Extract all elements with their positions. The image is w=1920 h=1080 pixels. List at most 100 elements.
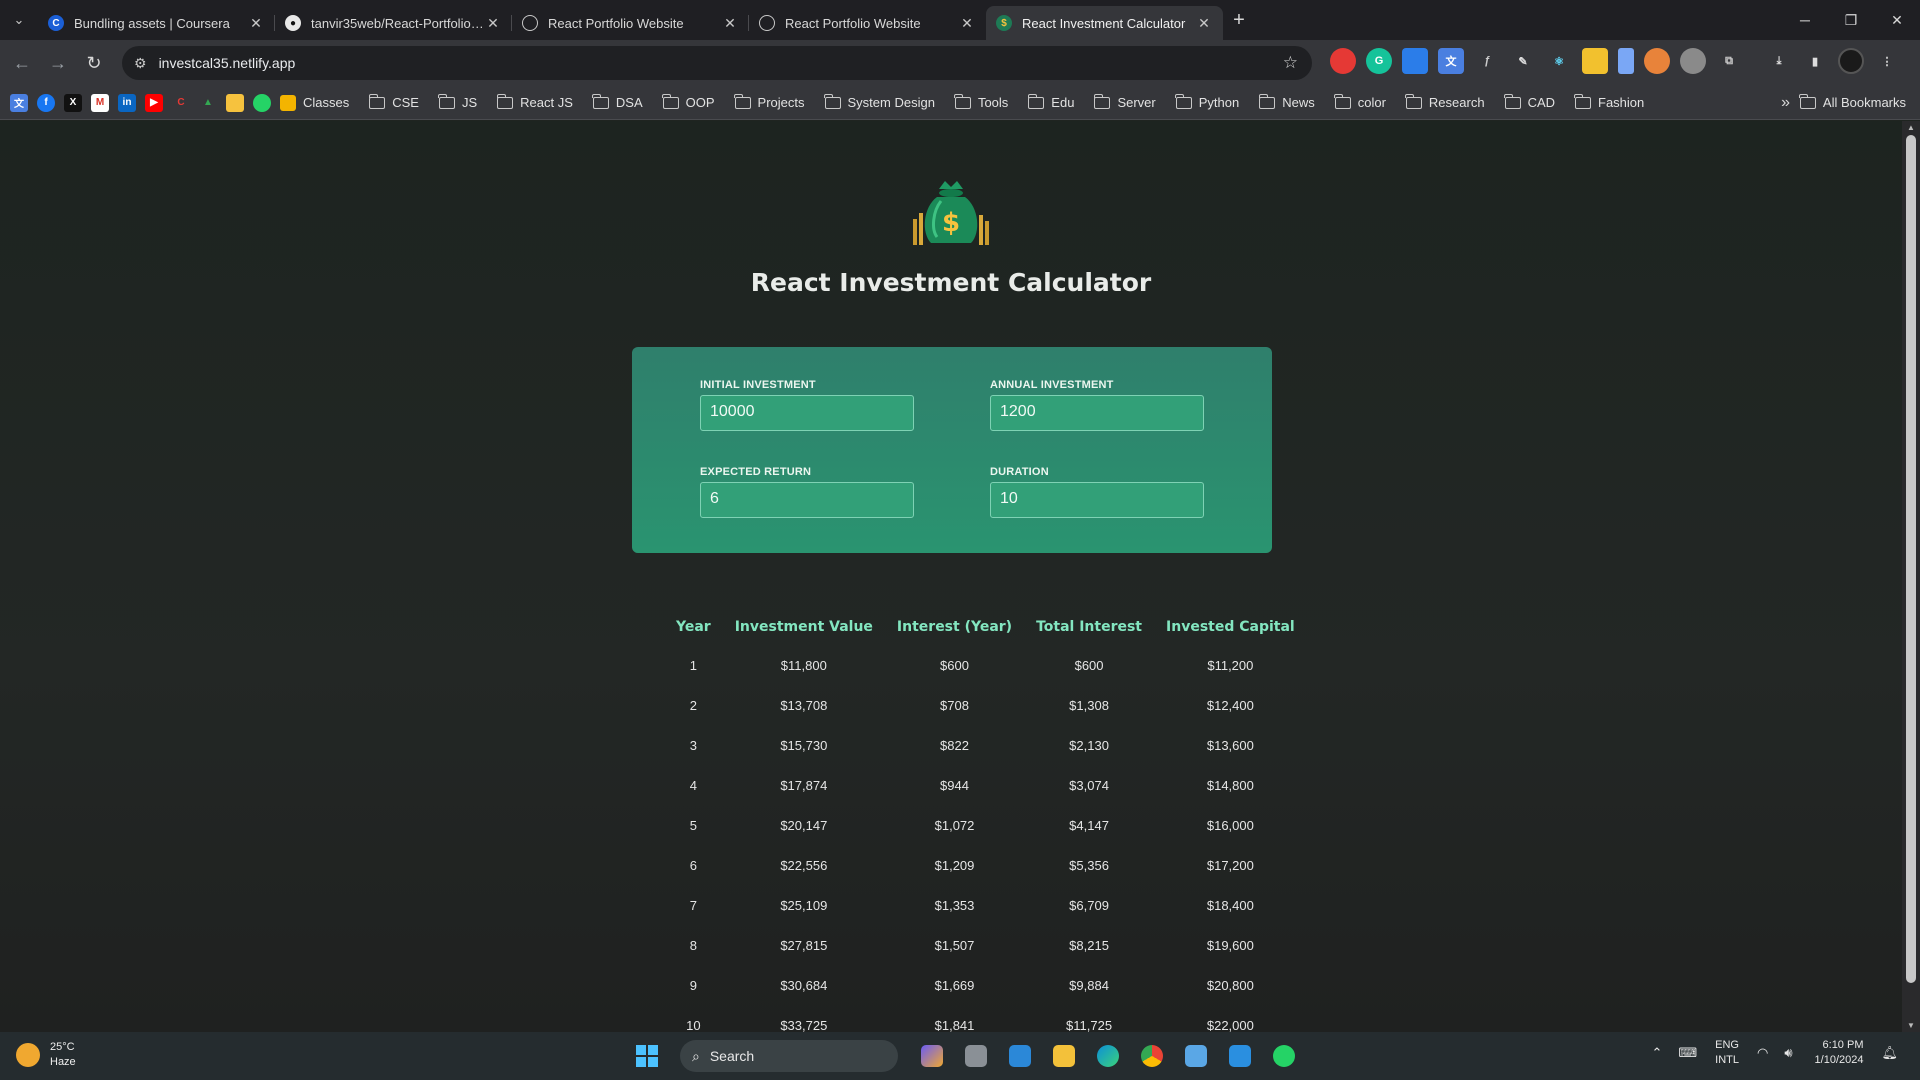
tab-close-icon[interactable]: ✕ — [958, 15, 976, 32]
duration-input[interactable]: 10 — [990, 482, 1204, 518]
tab-close-icon[interactable]: ✕ — [1195, 15, 1213, 32]
codeforces-icon[interactable]: C — [172, 94, 190, 112]
table-cell: 9 — [689, 977, 697, 993]
vscode-icon[interactable] — [1222, 1038, 1258, 1074]
tab-investment-calculator[interactable]: $ React Investment Calculator ✕ — [986, 6, 1223, 40]
language-indicator[interactable]: ENG INTL — [1715, 1038, 1739, 1068]
profile-avatar[interactable] — [1838, 48, 1864, 74]
tab-close-icon[interactable]: ✕ — [247, 15, 265, 32]
site-info-icon[interactable]: ⚙ — [134, 55, 147, 72]
bookmark-star-icon[interactable]: ☆ — [1283, 53, 1298, 73]
youtube-icon[interactable]: ▶ — [145, 93, 163, 112]
bookmark-folder[interactable]: React JS — [496, 93, 573, 110]
tab-coursera[interactable]: C Bundling assets | Coursera ✕ — [38, 6, 275, 40]
extension-yellow-icon[interactable] — [1582, 48, 1608, 74]
reload-icon[interactable]: ↻ — [76, 45, 112, 81]
download-icon[interactable]: ⤓ — [1766, 48, 1792, 74]
bookmark-folder[interactable]: JS — [438, 93, 477, 110]
bookmark-folder[interactable]: Fashion — [1574, 93, 1644, 110]
bookmark-folder[interactable]: Research — [1405, 93, 1485, 110]
translate-bookmark-icon[interactable]: 文 — [10, 93, 28, 112]
tab-portfolio-2[interactable]: React Portfolio Website ✕ — [749, 6, 986, 40]
forward-icon[interactable]: → — [40, 45, 76, 81]
column-header: Invested Capital — [1166, 619, 1295, 635]
bookmark-folder[interactable]: Projects — [733, 93, 805, 110]
side-panel-icon[interactable]: ▮ — [1802, 48, 1828, 74]
eyedropper-icon[interactable]: ✎ — [1510, 48, 1536, 74]
volume-icon[interactable]: 🔊︎ — [1784, 1045, 1792, 1061]
react-devtools-icon[interactable]: ⚛ — [1546, 48, 1572, 74]
tab-github[interactable]: ● tanvir35web/React-Portfolio-W ✕ — [275, 6, 512, 40]
translate-icon[interactable]: 文 — [1438, 48, 1464, 74]
weather-widget[interactable]: 25°C Haze — [16, 1040, 76, 1070]
scrollbar-thumb[interactable] — [1906, 135, 1916, 983]
file-explorer-icon[interactable] — [1046, 1038, 1082, 1074]
tab-portfolio-1[interactable]: React Portfolio Website ✕ — [512, 6, 749, 40]
scroll-down-icon[interactable]: ▼ — [1902, 1021, 1920, 1030]
facebook-icon[interactable]: f — [37, 93, 55, 112]
address-bar[interactable]: ⚙ investcal35.netlify.app ☆ — [122, 46, 1312, 80]
extension-blue-icon[interactable] — [1402, 48, 1428, 74]
extension-red-icon[interactable] — [1330, 48, 1356, 74]
x-twitter-icon[interactable]: X — [64, 93, 82, 112]
extension-gray-icon[interactable] — [1680, 48, 1706, 74]
whatsapp-icon[interactable] — [1266, 1038, 1302, 1074]
bookmark-folder[interactable]: color — [1334, 93, 1386, 110]
tab-search-icon[interactable]: ⌄ — [0, 0, 38, 40]
bookmark-folder[interactable]: CSE — [368, 93, 419, 110]
lang-line1: ENG — [1715, 1039, 1739, 1051]
table-cell: $6,709 — [1069, 897, 1109, 913]
back-icon[interactable]: ← — [4, 45, 40, 81]
google-drive-icon[interactable]: ▲ — [199, 94, 217, 112]
close-icon[interactable]: ✕ — [1874, 0, 1920, 40]
url-text[interactable]: investcal35.netlify.app — [159, 55, 1283, 71]
bookmark-folder[interactable]: Python — [1175, 93, 1239, 110]
edge-icon[interactable] — [1090, 1038, 1126, 1074]
taskbar-search[interactable]: ⌕ Search — [680, 1040, 898, 1072]
menu-kebab-icon[interactable]: ⋮ — [1874, 48, 1900, 74]
initial-investment-input[interactable]: 10000 — [700, 395, 914, 431]
bookmark-folder[interactable]: Tools — [954, 93, 1008, 110]
keep-icon[interactable] — [226, 93, 244, 112]
grammarly-icon[interactable]: G — [1366, 48, 1392, 74]
gmail-icon[interactable]: M — [91, 93, 109, 112]
widgets-icon[interactable] — [1002, 1038, 1038, 1074]
annual-investment-input[interactable]: 1200 — [990, 395, 1204, 431]
minimize-icon[interactable]: ─ — [1782, 0, 1828, 40]
bookmark-folder[interactable]: System Design — [823, 93, 935, 110]
windows-start-icon[interactable] — [636, 1045, 658, 1067]
function-icon[interactable]: ƒ — [1474, 48, 1500, 74]
extension-colorful-icon[interactable] — [1644, 48, 1670, 74]
bookmark-folder[interactable]: DSA — [592, 93, 643, 110]
all-bookmarks-button[interactable]: All Bookmarks — [1799, 93, 1906, 110]
keyboard-icon[interactable]: ⌨ — [1678, 1045, 1697, 1061]
wifi-icon[interactable]: ◠ — [1757, 1045, 1768, 1061]
tab-close-icon[interactable]: ✕ — [484, 15, 502, 32]
task-view-icon[interactable] — [958, 1038, 994, 1074]
bookmark-folder[interactable]: CAD — [1503, 93, 1555, 110]
whatsapp-icon[interactable] — [253, 93, 271, 112]
tab-title: React Portfolio Website — [785, 15, 921, 31]
new-tab-button[interactable]: + — [1223, 9, 1255, 32]
notifications-icon[interactable]: 🔔︎ — [1881, 1045, 1898, 1061]
extensions-puzzle-icon[interactable]: ⧉ — [1716, 48, 1742, 74]
clock[interactable]: 6:10 PM 1/10/2024 — [1815, 1038, 1864, 1068]
linkedin-icon[interactable]: in — [118, 93, 136, 112]
page-scrollbar[interactable]: ▲ ▼ — [1902, 121, 1920, 1032]
bookmark-folder[interactable]: News — [1258, 93, 1315, 110]
restore-icon[interactable]: ❐ — [1828, 0, 1874, 40]
chrome-icon[interactable] — [1134, 1038, 1170, 1074]
remote-desktop-icon[interactable] — [1178, 1038, 1214, 1074]
bookmark-folder[interactable]: Edu — [1027, 93, 1074, 110]
window-controls: ─ ❐ ✕ — [1782, 0, 1920, 40]
expected-return-input[interactable]: 6 — [700, 482, 914, 518]
bookmark-folder[interactable]: OOP — [662, 93, 715, 110]
scroll-up-icon[interactable]: ▲ — [1902, 123, 1920, 132]
bookmark-folder[interactable]: Classes — [280, 94, 349, 111]
more-bookmarks-icon[interactable]: » — [1781, 94, 1790, 112]
tab-close-icon[interactable]: ✕ — [721, 15, 739, 32]
extension-doc-icon[interactable] — [1618, 48, 1634, 74]
chevron-up-icon[interactable]: ⌃ — [1651, 1045, 1662, 1061]
bookmark-folder[interactable]: Server — [1093, 93, 1156, 110]
copilot-icon[interactable] — [914, 1038, 950, 1074]
